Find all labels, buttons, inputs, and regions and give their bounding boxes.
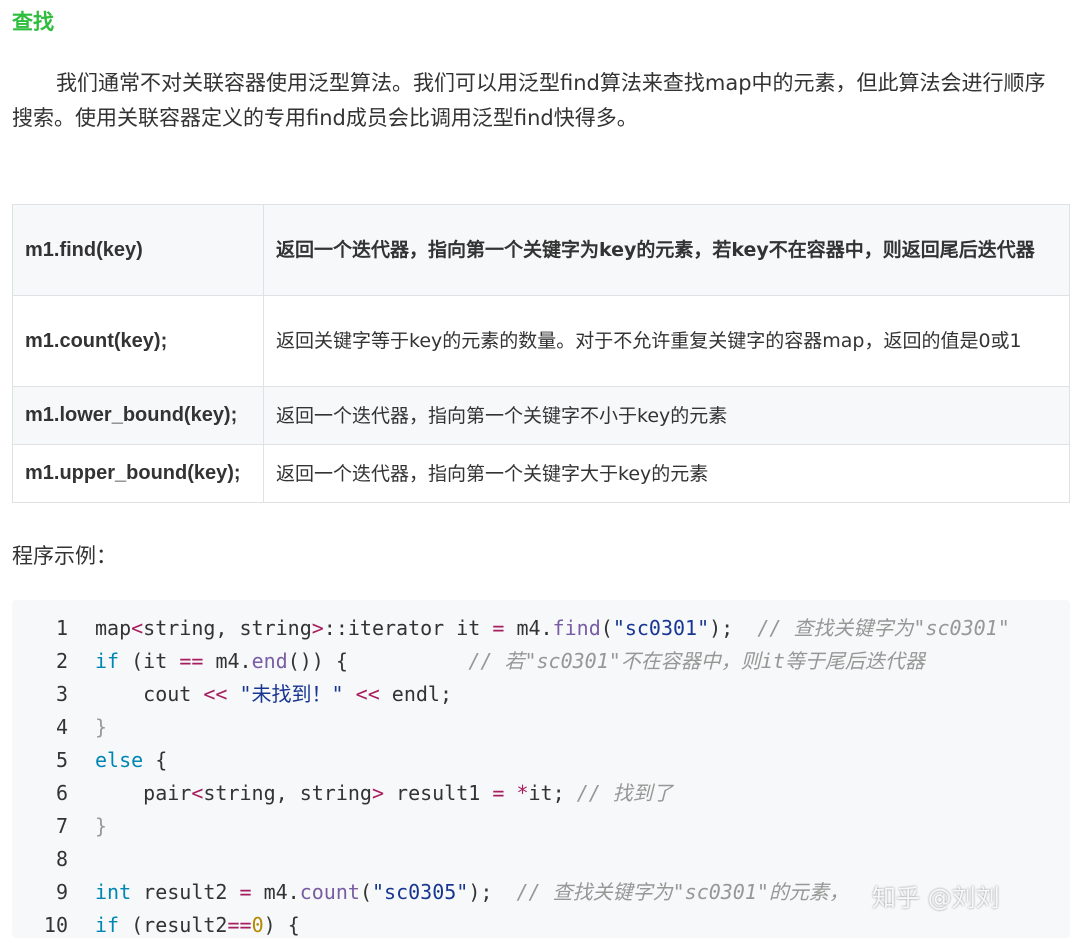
table-row: m1.count(key); 返回关键字等于key的元素的数量。对于不允许重复关… xyxy=(12,295,1070,387)
desc-cell: 返回一个迭代器，指向第一个关键字大于key的元素 xyxy=(263,444,1070,503)
method-cell: m1.upper_bound(key); xyxy=(12,444,264,503)
table-row: m1.lower_bound(key); 返回一个迭代器，指向第一个关键字不小于… xyxy=(12,386,1070,445)
line-number: 10 xyxy=(43,913,68,937)
code-line: 4} xyxy=(12,711,107,744)
code-line: 1 map<string, string>::iterator it = m4.f… xyxy=(12,612,1010,645)
desc-cell: 返回关键字等于key的元素的数量。对于不允许重复关键字的容器map，返回的值是0… xyxy=(263,295,1070,387)
method-cell: m1.lower_bound(key); xyxy=(12,386,264,445)
code-line: 5 else { xyxy=(12,744,167,777)
line-number: 7 xyxy=(55,814,68,838)
line-number: 3 xyxy=(55,682,68,706)
intro-text: 我们通常不对关联容器使用泛型算法。我们可以用泛型find算法来查找map中的元素… xyxy=(12,71,1046,130)
method-cell: m1.count(key); xyxy=(12,295,264,387)
code-line: 9 int result2 = m4.count("sc0305"); // 查找… xyxy=(12,876,849,909)
line-number: 5 xyxy=(55,748,68,772)
code-line: 7} xyxy=(12,810,107,843)
code-line: 3 cout << "未找到！" << endl; xyxy=(12,678,452,711)
code-line: 6 pair<string, string> result1 = *it; //… xyxy=(12,777,673,810)
code-line: 8 xyxy=(12,843,95,876)
example-caption: 程序示例： xyxy=(12,544,117,568)
line-number: 4 xyxy=(55,715,68,739)
desc-cell: 返回一个迭代器，指向第一个关键字为key的元素，若key不在容器中，则返回尾后迭… xyxy=(263,204,1070,296)
desc-cell: 返回一个迭代器，指向第一个关键字不小于key的元素 xyxy=(263,386,1070,445)
code-line: 2 if (it == m4.end()) { // 若"sc0301"不在容器中… xyxy=(12,645,925,678)
code-line: 10 if (result2==0) { xyxy=(12,909,300,938)
line-number: 2 xyxy=(55,649,68,673)
watermark: 知乎 @刘刘 xyxy=(872,884,1000,912)
method-cell: m1.find(key) xyxy=(12,204,264,296)
table-row: m1.find(key) 返回一个迭代器，指向第一个关键字为key的元素，若ke… xyxy=(12,204,1070,296)
line-number: 6 xyxy=(55,781,68,805)
line-number: 8 xyxy=(55,847,68,871)
intro-paragraph: 我们通常不对关联容器使用泛型算法。我们可以用泛型find算法来查找map中的元素… xyxy=(12,66,1057,136)
section-heading: 查找 xyxy=(12,10,54,34)
table-row: m1.upper_bound(key); 返回一个迭代器，指向第一个关键字大于k… xyxy=(12,444,1070,503)
line-number: 9 xyxy=(55,880,68,904)
line-number: 1 xyxy=(55,616,68,640)
api-table: m1.find(key) 返回一个迭代器，指向第一个关键字为key的元素，若ke… xyxy=(12,204,1070,503)
